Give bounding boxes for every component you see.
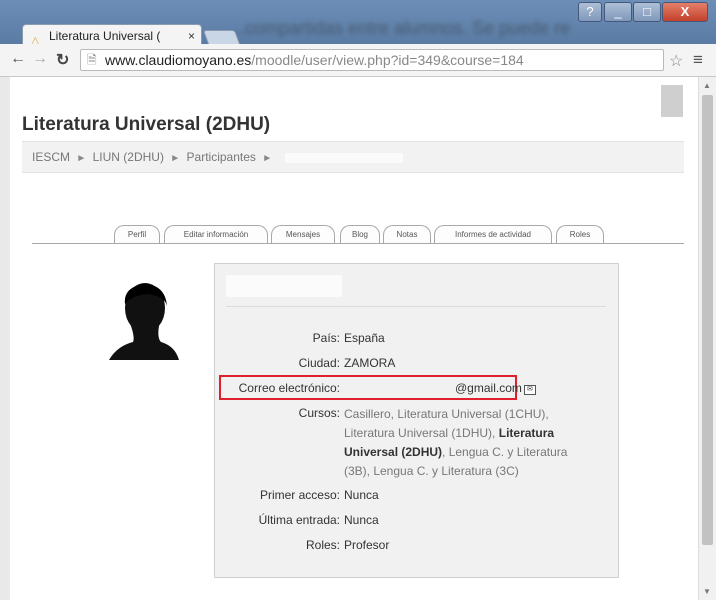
url-path: /moodle/user/view.php?id=349&course=184: [251, 52, 524, 68]
breadcrumb-separator: ►: [262, 153, 273, 164]
close-window-button[interactable]: X: [662, 2, 708, 22]
tab-title: Literatura Universal (: [49, 29, 161, 43]
forward-arrow-icon[interactable]: →: [32, 50, 48, 68]
page-top-marker: [661, 85, 683, 117]
tab-roles[interactable]: Roles: [556, 225, 604, 243]
tab-perfil[interactable]: Perfil: [114, 225, 160, 243]
breadcrumb-separator: ►: [76, 153, 87, 164]
primer-acceso-value: Nunca: [344, 488, 379, 502]
vertical-scrollbar[interactable]: ▲ ▼: [698, 77, 716, 600]
reload-icon[interactable]: ↻: [56, 50, 69, 70]
tab-mensajes[interactable]: Mensajes: [271, 225, 335, 243]
scroll-up-icon[interactable]: ▲: [703, 81, 711, 90]
maximize-button[interactable]: □: [633, 2, 661, 22]
page-icon: 🗎: [87, 53, 97, 67]
tab-editar-informacion[interactable]: Editar información: [164, 225, 268, 243]
breadcrumb-participants[interactable]: Participantes: [187, 150, 256, 164]
page-title: Literatura Universal (2DHU): [22, 114, 271, 135]
tab-informes-actividad[interactable]: Informes de actividad: [434, 225, 552, 243]
scroll-thumb[interactable]: [702, 95, 713, 545]
roles-label: Roles:: [305, 538, 340, 552]
scroll-down-icon[interactable]: ▼: [703, 587, 711, 596]
minimize-button[interactable]: _: [604, 2, 632, 22]
ciudad-value: ZAMORA: [344, 356, 396, 370]
user-silhouette-icon: [109, 283, 179, 360]
back-arrow-icon[interactable]: ←: [10, 50, 26, 68]
tab-blog[interactable]: Blog: [340, 225, 380, 243]
card-divider: [226, 306, 606, 307]
ciudad-label: Ciudad:: [298, 356, 340, 370]
email-icon[interactable]: ✉: [523, 385, 536, 395]
primer-acceso-label: Primer acceso:: [259, 488, 340, 502]
pais-label: País:: [312, 331, 340, 345]
url-host: www.claudiomoyano.es: [105, 52, 252, 68]
avatar[interactable]: [107, 282, 181, 360]
roles-value: Profesor: [344, 538, 390, 552]
breadcrumb: IESCM ► LIUN (2DHU) ► Participantes ►: [22, 141, 684, 173]
background-window-text: ...compartidas entre alumnos. Se puede r…: [230, 18, 570, 38]
correo-label: Correo electrónico:: [238, 381, 340, 395]
email-link[interactable]: @gmail.com ✉: [455, 381, 536, 395]
breadcrumb-user-redacted: [284, 152, 403, 163]
courses-list: Casillero, Literatura Universal (1CHU), …: [344, 405, 594, 481]
breadcrumb-course[interactable]: LIUN (2DHU): [93, 150, 164, 164]
help-button[interactable]: ?: [578, 2, 602, 22]
pais-value: España: [344, 331, 385, 345]
ultima-entrada-label: Última entrada:: [258, 513, 340, 527]
address-bar[interactable]: 🗎 www.claudiomoyano.es/moodle/user/view.…: [80, 49, 664, 71]
ultima-entrada-value: Nunca: [344, 513, 379, 527]
breadcrumb-home[interactable]: IESCM: [32, 150, 70, 164]
cursos-label: Cursos:: [298, 406, 340, 420]
bookmark-star-icon[interactable]: ☆: [669, 51, 683, 71]
user-name-redacted: [226, 275, 342, 297]
browser-tab[interactable]: △ Literatura Universal ( ×: [22, 24, 202, 47]
browser-toolbar: ← → ↻ 🗎 www.claudiomoyano.es/moodle/user…: [0, 44, 716, 77]
tab-notas[interactable]: Notas: [383, 225, 431, 243]
email-value[interactable]: @gmail.com: [455, 381, 522, 395]
window-left-edge: [0, 77, 10, 600]
window-titlebar: ...compartidas entre alumnos. Se puede r…: [0, 0, 716, 47]
menu-icon[interactable]: ≡: [693, 50, 703, 70]
breadcrumb-separator: ►: [170, 153, 181, 164]
